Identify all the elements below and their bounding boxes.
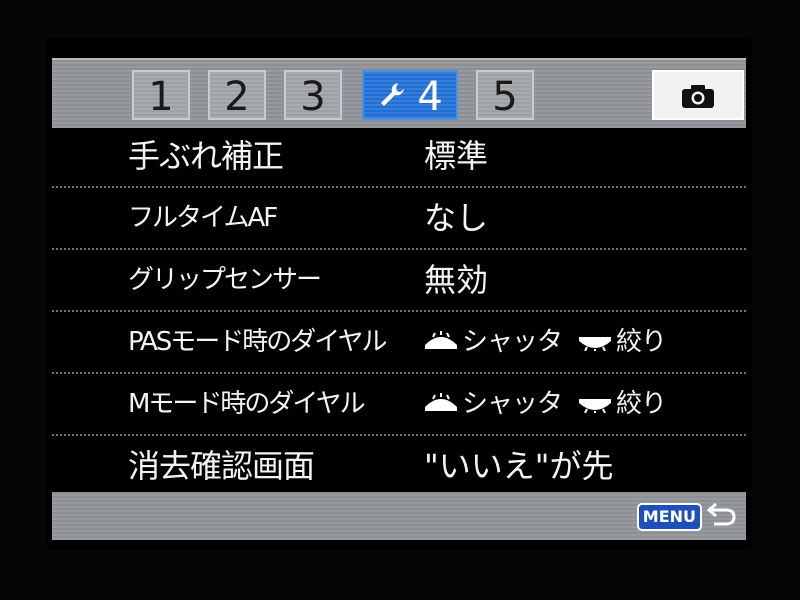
tab-2[interactable]: 2 <box>208 70 266 120</box>
menu-item-value: シャッタ 絞り <box>424 374 667 435</box>
rear-dial-value: 絞り <box>616 389 667 419</box>
menu-item-value: なし <box>424 199 489 237</box>
menu-row-grip-sensor[interactable]: グリップセンサー 無効 <box>52 250 746 312</box>
tab-label: 2 <box>224 74 250 120</box>
front-dial-icon <box>424 375 458 435</box>
front-dial-value: シャッタ <box>462 389 563 419</box>
rear-dial-icon <box>578 375 612 435</box>
bottom-bar: MENU <box>52 492 746 540</box>
tab-3[interactable]: 3 <box>284 70 342 120</box>
menu-row-delete-confirm[interactable]: 消去確認画面 "いいえ"が先 <box>52 436 746 498</box>
return-icon[interactable] <box>706 502 738 530</box>
tab-1[interactable]: 1 <box>132 70 190 120</box>
lcd-screen: 1 2 3 4 5 手ぶれ補正 標準 フルタイムAF なし グリップセンサー 無… <box>46 38 752 550</box>
front-dial-value: シャッタ <box>462 327 563 357</box>
tab-bar: 1 2 3 4 5 <box>52 58 746 128</box>
menu-item-value: 標準 <box>424 137 489 175</box>
tab-5[interactable]: 5 <box>476 70 534 120</box>
front-dial-icon <box>424 313 458 373</box>
tab-label: 3 <box>300 74 326 120</box>
setup-menu: 手ぶれ補正 標準 フルタイムAF なし グリップセンサー 無効 PASモード時の… <box>52 126 746 498</box>
menu-item-value: 無効 <box>424 261 489 299</box>
menu-item-value: "いいえ"が先 <box>424 447 614 485</box>
wrench-icon <box>377 80 417 118</box>
menu-row-m-mode-dial[interactable]: Mモード時のダイヤル シャッタ 絞り <box>52 374 746 436</box>
tab-4-setup[interactable]: 4 <box>362 70 458 120</box>
menu-item-label: 消去確認画面 <box>128 447 315 485</box>
menu-item-label: Mモード時のダイヤル <box>128 389 366 419</box>
camera-bezel: 1 2 3 4 5 手ぶれ補正 標準 フルタイムAF なし グリップセンサー 無… <box>0 0 800 600</box>
rear-dial-icon <box>578 313 612 373</box>
rear-dial-value: 絞り <box>616 327 667 357</box>
menu-row-fulltime-af[interactable]: フルタイムAF なし <box>52 188 746 250</box>
menu-item-label: グリップセンサー <box>128 265 322 295</box>
tab-label: 1 <box>148 74 174 120</box>
menu-button[interactable]: MENU <box>636 503 702 531</box>
tab-label: 5 <box>492 74 518 120</box>
menu-item-value: シャッタ 絞り <box>424 312 667 373</box>
camera-icon <box>680 80 716 118</box>
menu-item-label: PASモード時のダイヤル <box>128 327 388 357</box>
tab-camera[interactable] <box>652 70 744 120</box>
menu-row-pas-mode-dial[interactable]: PASモード時のダイヤル シャッタ 絞り <box>52 312 746 374</box>
tab-label: 4 <box>417 74 443 120</box>
menu-row-shake-reduction[interactable]: 手ぶれ補正 標準 <box>52 126 746 188</box>
menu-item-label: フルタイムAF <box>128 203 278 233</box>
menu-item-label: 手ぶれ補正 <box>128 137 284 175</box>
